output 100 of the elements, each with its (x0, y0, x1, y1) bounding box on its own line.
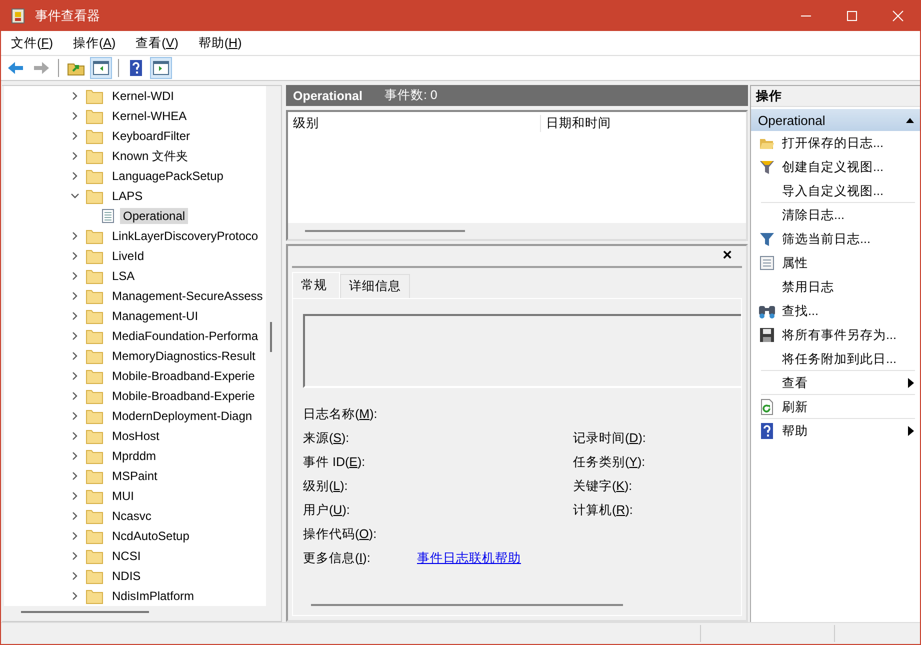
action-item[interactable]: 查找... (782, 302, 818, 320)
menu-item[interactable]: 帮助(H) (198, 34, 242, 52)
scrollbar-thumb[interactable] (270, 322, 272, 352)
action-item[interactable]: 查看 (782, 374, 808, 392)
chevron-icon[interactable] (70, 291, 80, 301)
action-item[interactable]: 创建自定义视图... (782, 158, 884, 176)
tree-item[interactable]: Known 文件夹 (109, 146, 192, 166)
tree-item[interactable]: MosHost (109, 428, 162, 444)
chevron-icon[interactable] (70, 551, 80, 561)
tree-item[interactable]: LSA (109, 268, 138, 284)
chevron-icon[interactable] (70, 491, 80, 501)
chevron-icon[interactable] (70, 371, 80, 381)
tree-item[interactable]: NdisImPlatform (109, 588, 198, 604)
tree-item[interactable]: MSPaint (109, 468, 160, 484)
chevron-icon[interactable] (70, 591, 80, 601)
action-item[interactable]: 清除日志... (782, 206, 844, 224)
folder-icon (86, 488, 103, 504)
chevron-icon[interactable] (70, 171, 80, 181)
close-button[interactable]: × (722, 248, 742, 264)
tree-item[interactable]: LiveId (109, 248, 148, 264)
properties-icon (758, 255, 774, 271)
action-item[interactable]: 帮助 (782, 422, 808, 440)
chevron-icon[interactable] (70, 251, 80, 261)
tab[interactable]: 常规 (292, 272, 340, 298)
tree-item[interactable]: KeyboardFilter (109, 128, 194, 144)
chevron-icon[interactable] (70, 271, 80, 281)
tree-item[interactable]: Mobile-Broadband-Experie (109, 388, 258, 404)
tree-item[interactable]: NCSI (109, 548, 144, 564)
chevron-icon[interactable] (70, 151, 80, 161)
folder-icon (758, 136, 774, 150)
chevron-icon[interactable] (70, 91, 80, 101)
maximize-icon[interactable] (846, 10, 858, 22)
folder-icon (86, 468, 103, 484)
chevron-icon[interactable] (70, 131, 80, 141)
close-icon[interactable] (892, 10, 904, 22)
tree-item[interactable]: Operational (120, 208, 188, 224)
folder-icon (86, 328, 103, 344)
menu-item[interactable]: 查看(V) (136, 34, 178, 52)
help-icon (760, 423, 774, 439)
column-header[interactable]: 级别 (288, 114, 541, 132)
section-header[interactable]: Operational (751, 109, 920, 131)
tree-item[interactable]: MemoryDiagnostics-Result (109, 348, 258, 364)
tree-item[interactable]: Kernel-WDI (109, 88, 178, 104)
refresh-icon (758, 399, 774, 415)
pane-toggle-button[interactable] (150, 57, 172, 79)
chevron-icon[interactable] (70, 571, 80, 581)
folder-icon (86, 128, 103, 144)
chevron-icon[interactable] (70, 331, 80, 341)
tree-item[interactable]: MediaFoundation-Performa (109, 328, 262, 344)
chevron-icon[interactable] (70, 451, 80, 461)
action-item[interactable]: 导入自定义视图... (782, 182, 884, 200)
action-item[interactable]: 筛选当前日志... (782, 230, 870, 248)
help-link[interactable]: 事件日志联机帮助 (417, 550, 521, 566)
action-item[interactable]: 刷新 (782, 398, 808, 416)
chevron-icon[interactable] (70, 471, 80, 481)
tree-item[interactable]: Management-SecureAssess (109, 288, 266, 304)
tree-item[interactable]: Kernel-WHEA (109, 108, 190, 124)
folder-icon (86, 528, 103, 544)
collapse-icon[interactable] (905, 116, 915, 124)
folder-icon (86, 568, 103, 584)
chevron-icon[interactable] (70, 111, 80, 121)
chevron-icon[interactable] (70, 311, 80, 321)
folder-icon (86, 268, 103, 284)
folder-icon (86, 408, 103, 424)
folder-icon (86, 548, 103, 564)
chevron-icon[interactable] (70, 391, 80, 401)
tree-item[interactable]: MUI (109, 488, 137, 504)
action-item[interactable]: 属性 (782, 254, 808, 272)
pane-toggle-button[interactable] (90, 57, 112, 79)
tree-item[interactable]: Ncasvc (109, 508, 154, 524)
tree-item[interactable]: Management-UI (109, 308, 202, 324)
chevron-icon[interactable] (70, 351, 80, 361)
tree-item[interactable]: NDIS (109, 568, 144, 584)
scrollbar-thumb[interactable] (305, 230, 465, 232)
tree-item[interactable]: ModernDeployment-Diagn (109, 408, 256, 424)
tab[interactable]: 详细信息 (340, 274, 410, 298)
action-item[interactable]: 将所有事件另存为... (782, 326, 896, 344)
tree-item[interactable]: LanguagePackSetup (109, 168, 226, 184)
chevron-icon[interactable] (70, 431, 80, 441)
tree-item[interactable]: Mobile-Broadband-Experie (109, 368, 258, 384)
action-item[interactable]: 打开保存的日志... (782, 134, 884, 152)
action-item[interactable]: 禁用日志 (782, 278, 834, 296)
scrollbar-thumb[interactable] (311, 604, 623, 606)
field-label: 计算机(R): (573, 502, 633, 518)
menu-item[interactable]: 文件(F) (11, 34, 53, 52)
tree-item[interactable]: NcdAutoSetup (109, 528, 192, 544)
tree-item[interactable]: LAPS (109, 188, 146, 204)
menu-item[interactable]: 操作(A) (72, 34, 116, 52)
tree-item[interactable]: Mprddm (109, 448, 160, 464)
chevron-icon[interactable] (70, 191, 80, 201)
chevron-icon[interactable] (70, 531, 80, 541)
chevron-icon[interactable] (70, 511, 80, 521)
chevron-icon[interactable] (70, 411, 80, 421)
scrollbar-thumb[interactable] (21, 611, 149, 613)
column-header[interactable]: 日期和时间 (541, 114, 611, 132)
tree-item[interactable]: LinkLayerDiscoveryProtoco (109, 228, 262, 244)
chevron-icon[interactable] (70, 231, 80, 241)
folder-icon (86, 308, 103, 324)
action-item[interactable]: 将任务附加到此日... (782, 350, 896, 368)
field-label: 来源(S): (303, 430, 350, 446)
